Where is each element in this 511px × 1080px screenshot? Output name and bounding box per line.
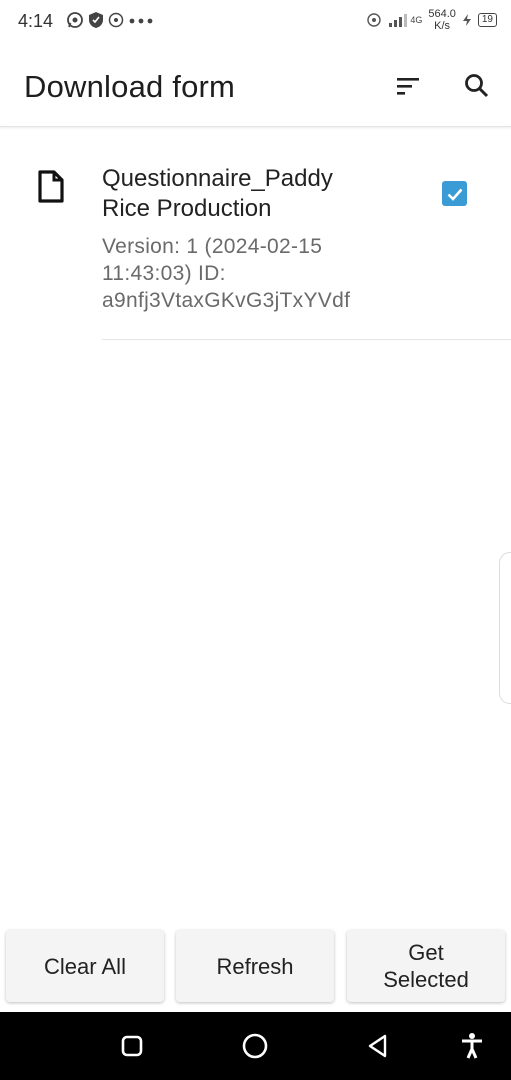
check-icon: [447, 188, 462, 201]
get-selected-label: Get Selected: [383, 939, 469, 993]
bottom-action-bar: Clear All Refresh Get Selected: [0, 930, 511, 1004]
hotspot-icon: [367, 13, 382, 27]
app-bar: Download form: [0, 44, 511, 127]
form-title-line: Rice Production: [102, 195, 272, 222]
shield-icon: [89, 12, 103, 28]
get-selected-label-line: Get: [408, 940, 444, 965]
home-button[interactable]: [239, 1030, 271, 1062]
speed-unit: K/s: [434, 20, 451, 32]
form-list-item[interactable]: Questionnaire_Paddy Rice Production Vers…: [0, 150, 511, 340]
status-notification-icons: [66, 11, 154, 29]
form-meta-line: Version: 1 (2024-02-15: [102, 235, 323, 258]
back-button[interactable]: [362, 1030, 394, 1062]
form-title-line: Questionnaire_Paddy: [102, 165, 333, 192]
network-type: 4G: [410, 15, 423, 25]
document-icon: [36, 170, 66, 209]
triangle-back-icon: [368, 1034, 387, 1058]
get-selected-button[interactable]: Get Selected: [347, 930, 505, 1002]
network-speed: 564.0 K/s: [428, 8, 456, 32]
form-title: Questionnaire_Paddy Rice Production: [102, 164, 402, 224]
square-icon: [121, 1035, 143, 1057]
accessibility-icon: [462, 1033, 482, 1059]
clear-all-button[interactable]: Clear All: [6, 930, 164, 1002]
system-navigation-bar: [0, 1012, 511, 1080]
status-system-icons: 4G 564.0 K/s 19: [366, 8, 497, 32]
form-version-info: Version: 1 (2024-02-15 11:43:03) ID: a9n…: [102, 233, 432, 314]
speed-value: 564.0: [428, 8, 456, 20]
list-divider: [102, 339, 511, 340]
hotspot-icon: [108, 12, 124, 28]
form-select-checkbox[interactable]: [442, 181, 467, 206]
signal-icon: [389, 14, 408, 27]
more-dots-icon: [129, 18, 153, 24]
circle-icon: [242, 1033, 268, 1059]
search-button[interactable]: [459, 68, 495, 104]
sort-icon: [397, 78, 419, 95]
clear-all-label: Clear All: [44, 953, 126, 979]
sort-button[interactable]: [390, 68, 426, 104]
status-bar: 4:14 4G 564.0 K/s 19: [0, 0, 511, 44]
get-selected-label-line: Selected: [383, 967, 469, 992]
whatsapp-icon: [67, 12, 83, 28]
refresh-label: Refresh: [216, 953, 294, 979]
search-icon: [465, 74, 489, 98]
page-title: Download form: [24, 69, 236, 104]
recent-apps-button[interactable]: [116, 1030, 148, 1062]
status-time: 4:14: [18, 11, 54, 31]
accessibility-button[interactable]: [456, 1030, 488, 1062]
side-panel-handle[interactable]: [499, 552, 511, 704]
refresh-button[interactable]: Refresh: [176, 930, 334, 1002]
battery-level: 19: [477, 13, 497, 27]
charging-icon: [462, 14, 471, 26]
form-meta-line: a9nfj3VtaxGKvG3jTxYVdf: [102, 289, 351, 312]
form-meta-line: 11:43:03) ID:: [102, 262, 226, 285]
